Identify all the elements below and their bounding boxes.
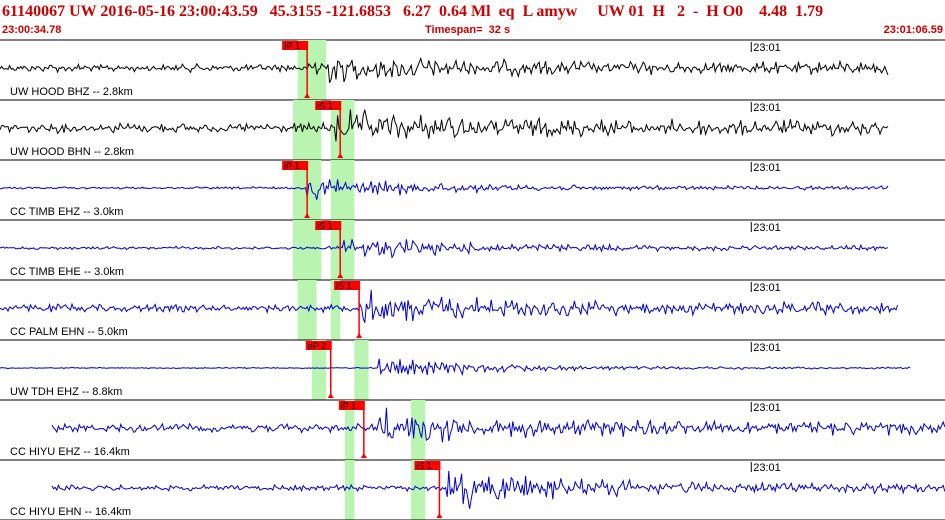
time-tick-label: 23:01: [753, 282, 781, 294]
time-tick-label: 23:01: [753, 162, 781, 174]
phase-pick-label: iS 1: [317, 221, 333, 231]
phase-pick-label: iP 1: [284, 161, 299, 171]
trace-row[interactable]: 23:01 eP 2 UW TDH EHZ -- 8.8km: [0, 340, 945, 401]
phase-pick-label: iS 1: [336, 281, 352, 291]
trace-row[interactable]: 23:01 iP 1 CC HIYU EHZ -- 16.4km: [0, 400, 945, 461]
trace-row[interactable]: 23:01 iS 1 CC TIMB EHE -- 3.0km: [0, 220, 945, 281]
trace-label: CC TIMB EHZ -- 3.0km: [10, 206, 123, 218]
waveform-trace: [51, 470, 945, 509]
trace-label: UW TDH EHZ -- 8.8km: [10, 386, 122, 398]
phase-pick-label: iS 1: [317, 101, 333, 111]
trace-label: UW HOOD BHZ -- 2.8km: [10, 86, 133, 98]
pick-marker-triangle: [436, 513, 443, 518]
window-end-time: 23:01:06.59: [883, 24, 943, 36]
time-tick-label: 23:01: [753, 402, 781, 414]
trace-label: CC TIMB EHE -- 3.0km: [10, 266, 124, 278]
trace-panel[interactable]: 23:01 IP 1 UW HOOD BHZ -- 2.8km 23:01 iS 1 UW…: [0, 38, 945, 520]
phase-pick-label: eP 2: [308, 341, 326, 351]
trace-label: CC HIYU EHN -- 16.4km: [10, 506, 131, 518]
pick-window-highlight: [344, 460, 355, 520]
time-tick-label: 23:01: [753, 462, 781, 474]
waveform-trace: [0, 109, 889, 142]
time-tick-label: 23:01: [753, 42, 781, 54]
event-summary-header: 61140067 UW 2016-05-16 23:00:43.59 45.31…: [2, 3, 824, 20]
phase-pick-label: iP 1: [341, 401, 356, 411]
trace-row[interactable]: 23:01 iS 1 UW HOOD BHN -- 2.8km: [0, 100, 945, 161]
trace-row[interactable]: 23:01 iS 1 CC HIYU EHN -- 16.4km: [0, 460, 945, 520]
trace-row[interactable]: 23:01 iS 1 CC PALM EHN -- 5.0km: [0, 280, 945, 341]
waveform-trace: [0, 358, 911, 377]
timespan-label: Timespan= 32 s: [425, 24, 511, 36]
waveform-trace: [0, 239, 889, 259]
waveform-trace: [0, 179, 889, 200]
trace-label: CC PALM EHN -- 5.0km: [10, 326, 128, 338]
trace-label: CC HIYU EHZ -- 16.4km: [10, 446, 130, 458]
trace-row[interactable]: 23:01 iP 1 CC TIMB EHZ -- 3.0km: [0, 160, 945, 221]
phase-pick-label: IP 1: [284, 41, 300, 51]
waveform-trace: [0, 57, 889, 83]
waveform-trace: [51, 407, 945, 443]
trace-row[interactable]: 23:01 IP 1 UW HOOD BHZ -- 2.8km: [0, 40, 945, 101]
waveform-trace: [0, 290, 899, 323]
pick-window-highlight: [297, 280, 317, 340]
time-tick-label: 23:01: [753, 102, 781, 114]
pick-window-highlight: [354, 340, 369, 400]
pick-marker-triangle: [327, 393, 334, 398]
time-tick-label: 23:01: [753, 342, 781, 354]
window-start-time: 23:00:34.78: [2, 24, 62, 36]
trace-label: UW HOOD BHN -- 2.8km: [10, 146, 134, 158]
time-tick-label: 23:01: [753, 222, 781, 234]
seismogram-viewer: 61140067 UW 2016-05-16 23:00:43.59 45.31…: [0, 0, 945, 520]
pick-marker-triangle: [356, 333, 363, 338]
phase-pick-label: iS 1: [416, 461, 432, 471]
pick-marker-triangle: [360, 453, 367, 458]
